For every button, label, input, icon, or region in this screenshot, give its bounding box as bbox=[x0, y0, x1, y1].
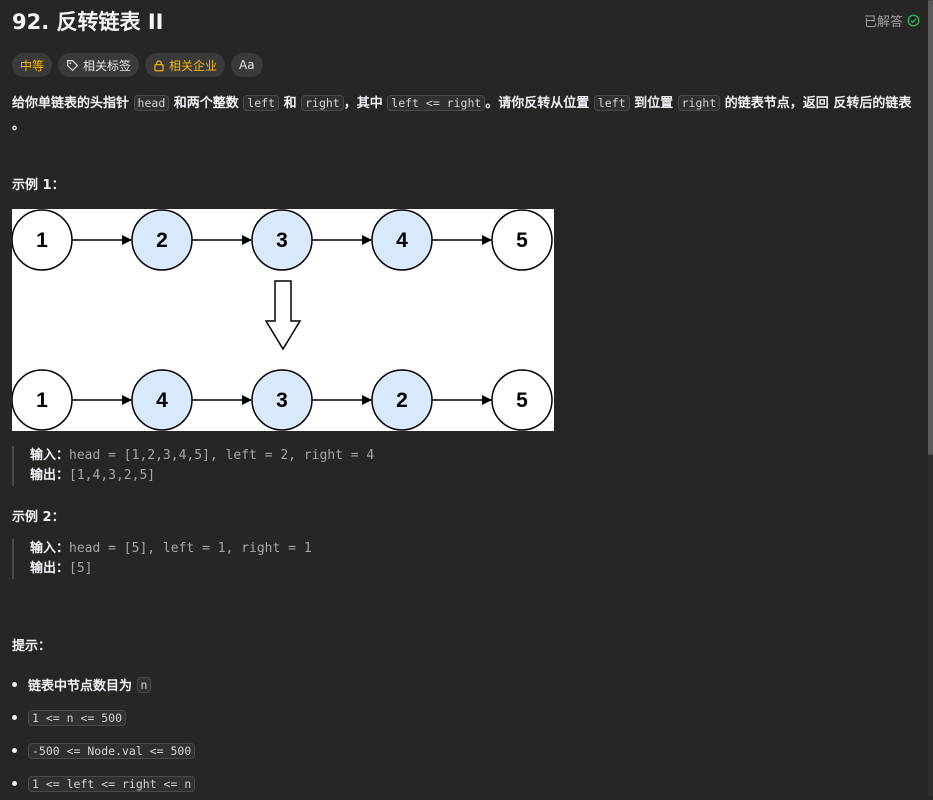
node-value: 3 bbox=[276, 389, 288, 412]
desc-code: right bbox=[677, 95, 721, 111]
desc-code: left <= right bbox=[387, 95, 486, 111]
linked-list-diagram: 1 2 3 4 5 1 4 3 2 5 bbox=[11, 209, 553, 431]
node-value: 4 bbox=[396, 229, 408, 252]
desc-code: right bbox=[301, 95, 344, 111]
desc-text-emphasis: 反转后的链表 bbox=[833, 96, 912, 111]
desc-text: 的链表节点，返回 bbox=[724, 96, 829, 111]
desc-text: 。 bbox=[12, 118, 26, 133]
desc-code: left bbox=[593, 95, 630, 111]
node-value: 2 bbox=[396, 389, 408, 412]
solved-status[interactable]: 已解答 bbox=[864, 11, 920, 30]
tag-icon bbox=[67, 59, 79, 71]
scrollbar[interactable] bbox=[928, 0, 933, 796]
node-value: 2 bbox=[156, 229, 168, 252]
example2-input: head = [5], left = 1, right = 1 bbox=[69, 541, 312, 556]
desc-text: 到位置 bbox=[634, 96, 674, 111]
hint-code: -500 <= Node.val <= 500 bbox=[28, 742, 196, 759]
font-size-button[interactable]: Aa bbox=[231, 53, 263, 77]
hints-list: 链表中节点数目为 n 1 <= n <= 500 -500 <= Node.va… bbox=[12, 668, 196, 800]
example1-diagram: 1 2 3 4 5 1 4 3 2 5 bbox=[11, 209, 554, 431]
example1-heading: 示例 1： bbox=[12, 178, 65, 193]
example2-output: [5] bbox=[69, 561, 93, 576]
list-item: 1 <= n <= 500 bbox=[12, 701, 195, 734]
problem-title: 92. 反转链表 II bbox=[12, 10, 164, 34]
node-value: 5 bbox=[516, 389, 528, 412]
example1-input-label: 输入： bbox=[30, 448, 70, 463]
list-item: -500 <= Node.val <= 500 bbox=[12, 734, 196, 767]
node-value: 1 bbox=[36, 389, 48, 412]
desc-code: head bbox=[133, 95, 170, 111]
example1-output: [1,4,3,2,5] bbox=[69, 468, 156, 483]
problem-description: 给你单链表的头指针 head 和两个整数 left 和 right ，其中 lef… bbox=[12, 92, 917, 137]
node-value: 3 bbox=[276, 229, 288, 252]
example2-heading: 示例 2： bbox=[12, 510, 65, 525]
font-icon: Aa bbox=[239, 58, 255, 72]
check-circle-icon bbox=[907, 14, 920, 27]
down-arrow-icon bbox=[264, 280, 302, 351]
desc-text: ，其中 bbox=[343, 96, 383, 111]
solved-label: 已解答 bbox=[863, 15, 903, 30]
desc-text: 。请你反转从位置 bbox=[485, 96, 590, 111]
node-value: 1 bbox=[36, 229, 48, 252]
desc-code: left bbox=[243, 95, 280, 111]
hint-code: 1 <= left <= right <= n bbox=[28, 775, 196, 792]
node-value: 4 bbox=[156, 389, 168, 412]
list-item: 链表中节点数目为 n bbox=[12, 668, 195, 701]
companies-tag-label: 相关企业 bbox=[169, 58, 218, 73]
desc-text: 给你单链表的头指针 bbox=[12, 96, 130, 111]
topics-tag-button[interactable]: 相关标签 bbox=[58, 53, 140, 77]
companies-tag-button[interactable]: 相关企业 bbox=[145, 53, 226, 77]
node-value: 5 bbox=[516, 229, 528, 252]
list-item: 1 <= left <= right <= n bbox=[12, 767, 196, 800]
hint-text: 链表中节点数目为 bbox=[28, 679, 133, 694]
hint-code: n bbox=[136, 676, 152, 693]
desc-text: 和两个整数 bbox=[173, 96, 239, 111]
scrollbar-thumb[interactable] bbox=[928, 0, 933, 455]
example1-block: 输入：head = [1,2,3,4,5], left = 2, right =… bbox=[12, 446, 374, 486]
example2-output-label: 输出： bbox=[30, 561, 70, 576]
hint-code: 1 <= n <= 500 bbox=[28, 709, 127, 726]
example1-input: head = [1,2,3,4,5], left = 2, right = 4 bbox=[69, 448, 375, 463]
hints-heading: 提示： bbox=[12, 639, 52, 654]
lock-icon bbox=[154, 59, 164, 71]
difficulty-badge[interactable]: 中等 bbox=[12, 53, 53, 77]
example1-output-label: 输出： bbox=[30, 468, 70, 483]
topics-tag-label: 相关标签 bbox=[83, 58, 132, 73]
tag-bar: 中等 相关标签 相关企业 Aa bbox=[12, 53, 263, 77]
desc-text: 和 bbox=[283, 96, 297, 111]
example2-block: 输入：head = [5], left = 1, right = 1 输出：[5… bbox=[12, 539, 312, 579]
example2-input-label: 输入： bbox=[30, 541, 70, 556]
